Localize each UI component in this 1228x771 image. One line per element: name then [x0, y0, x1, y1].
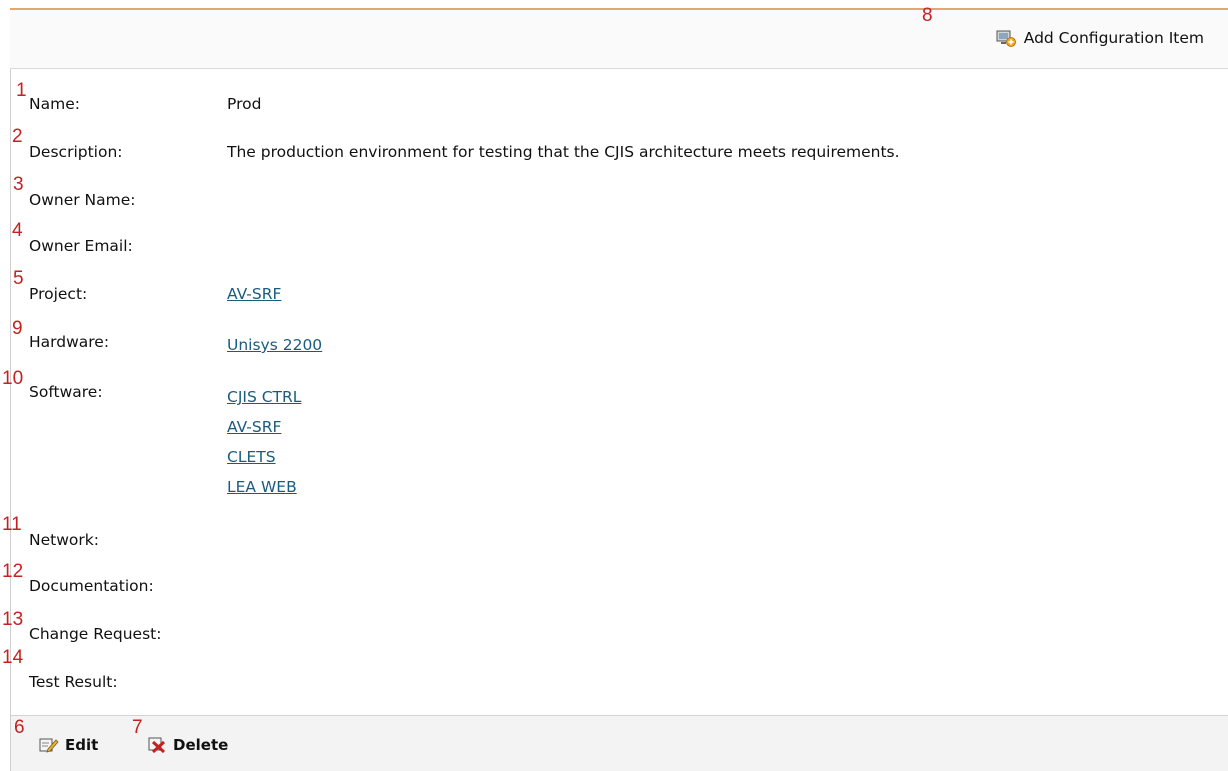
configuration-item-details: Name: Prod Description: The production e…: [10, 69, 1228, 715]
add-configuration-item-button[interactable]: Add Configuration Item: [996, 29, 1204, 47]
software-link[interactable]: CJIS CTRL: [227, 388, 301, 406]
annotation-marker: 3: [13, 174, 24, 195]
description-value: The production environment for testing t…: [227, 143, 900, 161]
add-configuration-item-label: Add Configuration Item: [1023, 29, 1204, 47]
name-value: Prod: [227, 95, 262, 113]
annotation-marker: 1: [16, 80, 27, 101]
edit-label: Edit: [65, 736, 99, 754]
software-label: Software:: [29, 383, 103, 401]
annotation-marker: 7: [132, 717, 143, 738]
owner-email-label: Owner Email:: [29, 237, 133, 255]
toolbar: Add Configuration Item: [10, 10, 1228, 69]
annotation-marker: 12: [2, 561, 24, 582]
add-item-icon: [996, 29, 1016, 47]
software-link[interactable]: LEA WEB: [227, 478, 297, 496]
annotation-marker: 4: [12, 220, 23, 241]
description-label: Description:: [29, 143, 123, 161]
annotation-marker: 8: [922, 5, 933, 26]
delete-icon: [147, 736, 167, 754]
project-label: Project:: [29, 285, 88, 303]
owner-name-label: Owner Name:: [29, 191, 136, 209]
annotation-marker: 13: [2, 609, 24, 630]
documentation-label: Documentation:: [29, 577, 154, 595]
annotation-marker: 14: [2, 647, 24, 668]
annotation-marker: 10: [2, 368, 24, 389]
annotation-marker: 6: [14, 717, 25, 738]
name-label: Name:: [29, 95, 80, 113]
annotation-marker: 5: [13, 268, 24, 289]
delete-button[interactable]: Delete: [147, 736, 228, 754]
annotation-marker: 2: [12, 126, 23, 147]
network-label: Network:: [29, 531, 99, 549]
action-footer: Edit Delete: [10, 715, 1228, 771]
hardware-label: Hardware:: [29, 333, 110, 351]
test-result-label: Test Result:: [29, 673, 118, 691]
edit-icon: [39, 736, 59, 754]
edit-button[interactable]: Edit: [39, 736, 98, 754]
hardware-link[interactable]: Unisys 2200: [227, 336, 322, 354]
software-link[interactable]: CLETS: [227, 448, 276, 466]
annotation-marker: 9: [12, 318, 23, 339]
annotation-marker: 11: [2, 514, 22, 535]
delete-label: Delete: [173, 736, 229, 754]
project-link[interactable]: AV-SRF: [227, 285, 281, 303]
change-request-label: Change Request:: [29, 625, 162, 643]
software-link[interactable]: AV-SRF: [227, 418, 281, 436]
